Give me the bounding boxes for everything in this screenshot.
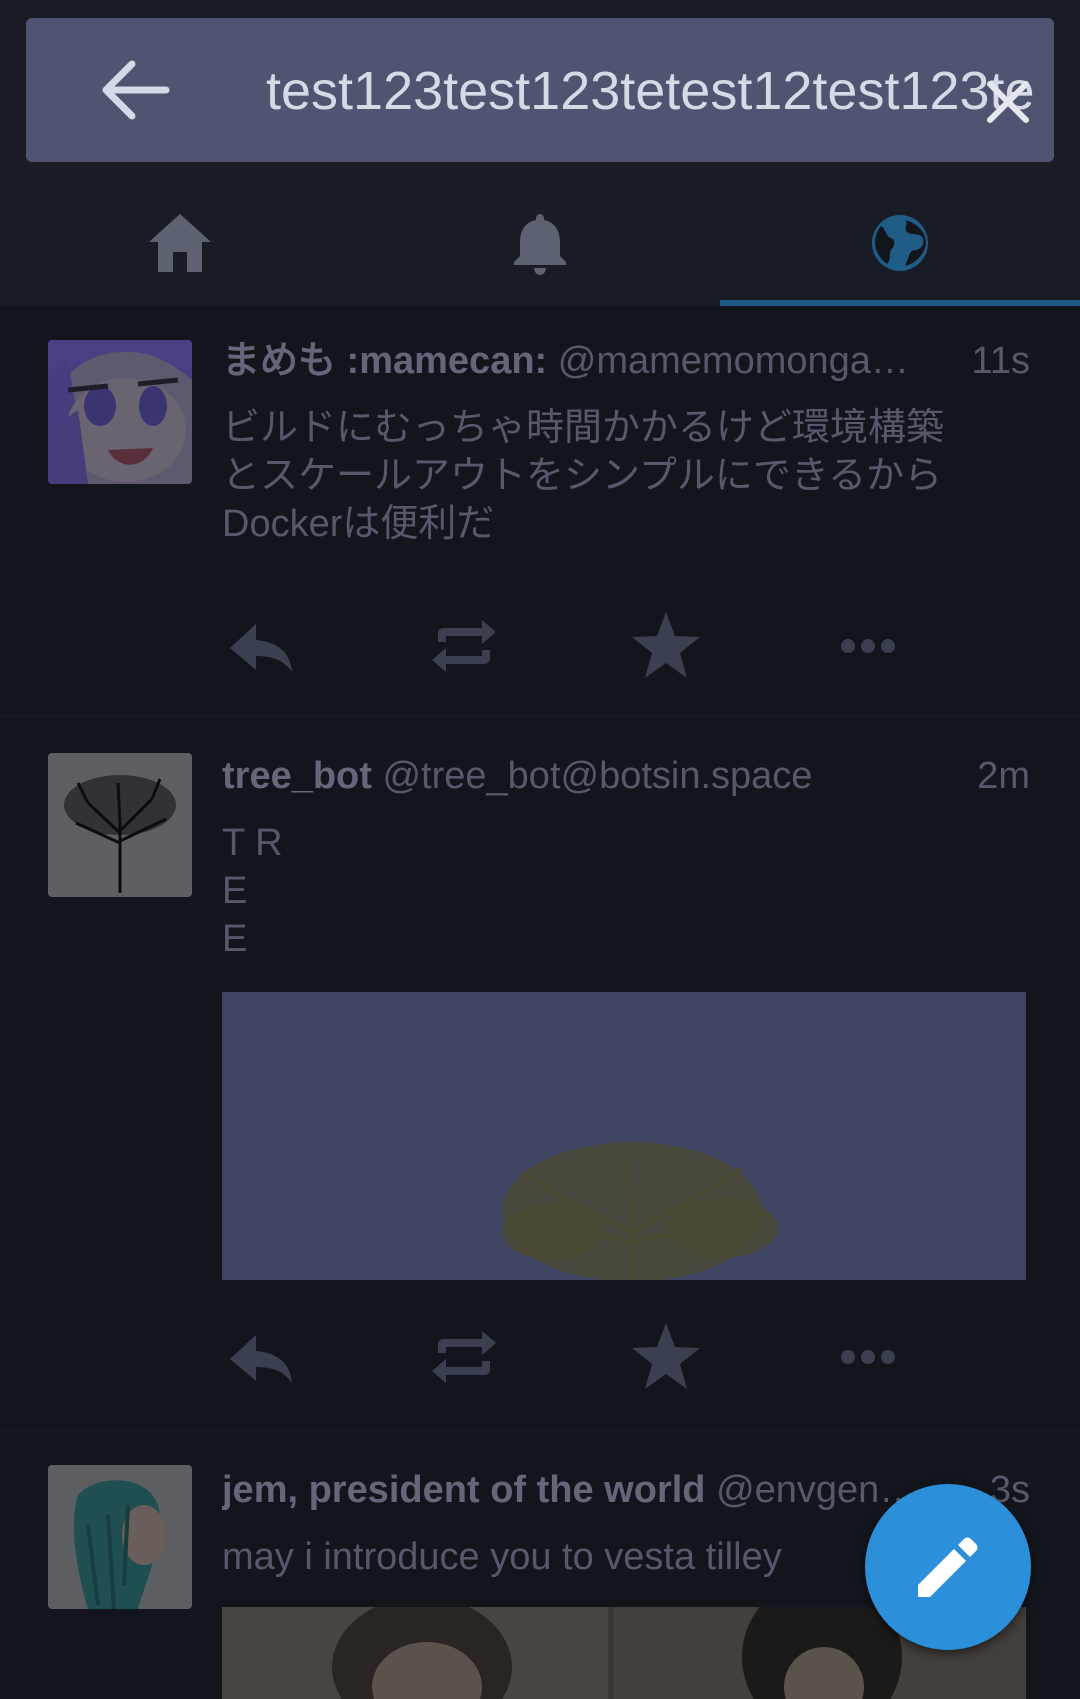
boost-icon [432, 1331, 496, 1383]
reply-icon [230, 1335, 292, 1383]
avatar[interactable] [48, 1465, 192, 1609]
status-content: ビルドにむっちゃ時間かかるけど環境構築 とスケールアウトをシンプルにできるから … [222, 407, 945, 545]
status-item[interactable]: まめも :mamecan: @mamemomonga… 11s ビルドにむっちゃ… [0, 306, 1080, 717]
timestamp[interactable]: 2m [973, 751, 1030, 801]
status-content: T R E E [222, 822, 283, 960]
avatar[interactable] [48, 753, 192, 897]
arrow-left-icon [102, 60, 170, 120]
tab-home[interactable] [0, 180, 360, 306]
star-icon [632, 1323, 700, 1389]
reply-button[interactable] [222, 1317, 302, 1397]
account-handle[interactable]: @mamemomonga… [558, 340, 909, 382]
search-input[interactable] [266, 46, 1054, 136]
timestamp[interactable]: 11s [967, 336, 1030, 386]
timeline-tabs [0, 180, 1080, 306]
more-button[interactable] [828, 606, 908, 686]
boost-button[interactable] [424, 1317, 504, 1397]
star-icon [632, 612, 700, 678]
globe-icon [872, 215, 928, 271]
more-icon [841, 1350, 895, 1364]
back-button[interactable] [96, 58, 172, 122]
tab-federated[interactable] [720, 180, 1080, 306]
favourite-button[interactable] [626, 606, 706, 686]
reply-button[interactable] [222, 606, 302, 686]
close-icon [987, 81, 1029, 123]
favourite-button[interactable] [626, 1317, 706, 1397]
more-icon [841, 639, 895, 653]
bell-icon [514, 214, 566, 275]
display-name[interactable]: tree_bot [222, 755, 372, 797]
avatar[interactable] [48, 340, 192, 484]
status-actions [222, 1317, 922, 1397]
boost-icon [432, 620, 496, 672]
account-handle[interactable]: @tree_bot@botsin.space [382, 755, 812, 797]
home-icon [149, 214, 211, 272]
tab-notifications[interactable] [360, 180, 720, 306]
status-header: まめも :mamecan: @mamemomonga… [222, 336, 1030, 386]
pencil-icon [918, 1537, 978, 1597]
search-bar [26, 18, 1054, 162]
top-bar [0, 0, 1080, 180]
media-attachment[interactable] [222, 992, 1026, 1280]
status-actions [222, 606, 922, 686]
account-handle[interactable]: @envgen… [716, 1469, 917, 1511]
compose-button[interactable] [865, 1484, 1031, 1650]
boost-button[interactable] [424, 606, 504, 686]
reply-icon [230, 624, 292, 672]
display-name[interactable]: jem, president of the world [222, 1469, 706, 1511]
clear-search-button[interactable] [984, 78, 1032, 126]
status-item[interactable]: tree_bot @tree_bot@botsin.space 2m T R E… [0, 717, 1080, 1431]
more-button[interactable] [828, 1317, 908, 1397]
status-header: tree_bot @tree_bot@botsin.space [222, 751, 1030, 801]
display-name[interactable]: まめも :mamecan: [222, 340, 547, 382]
